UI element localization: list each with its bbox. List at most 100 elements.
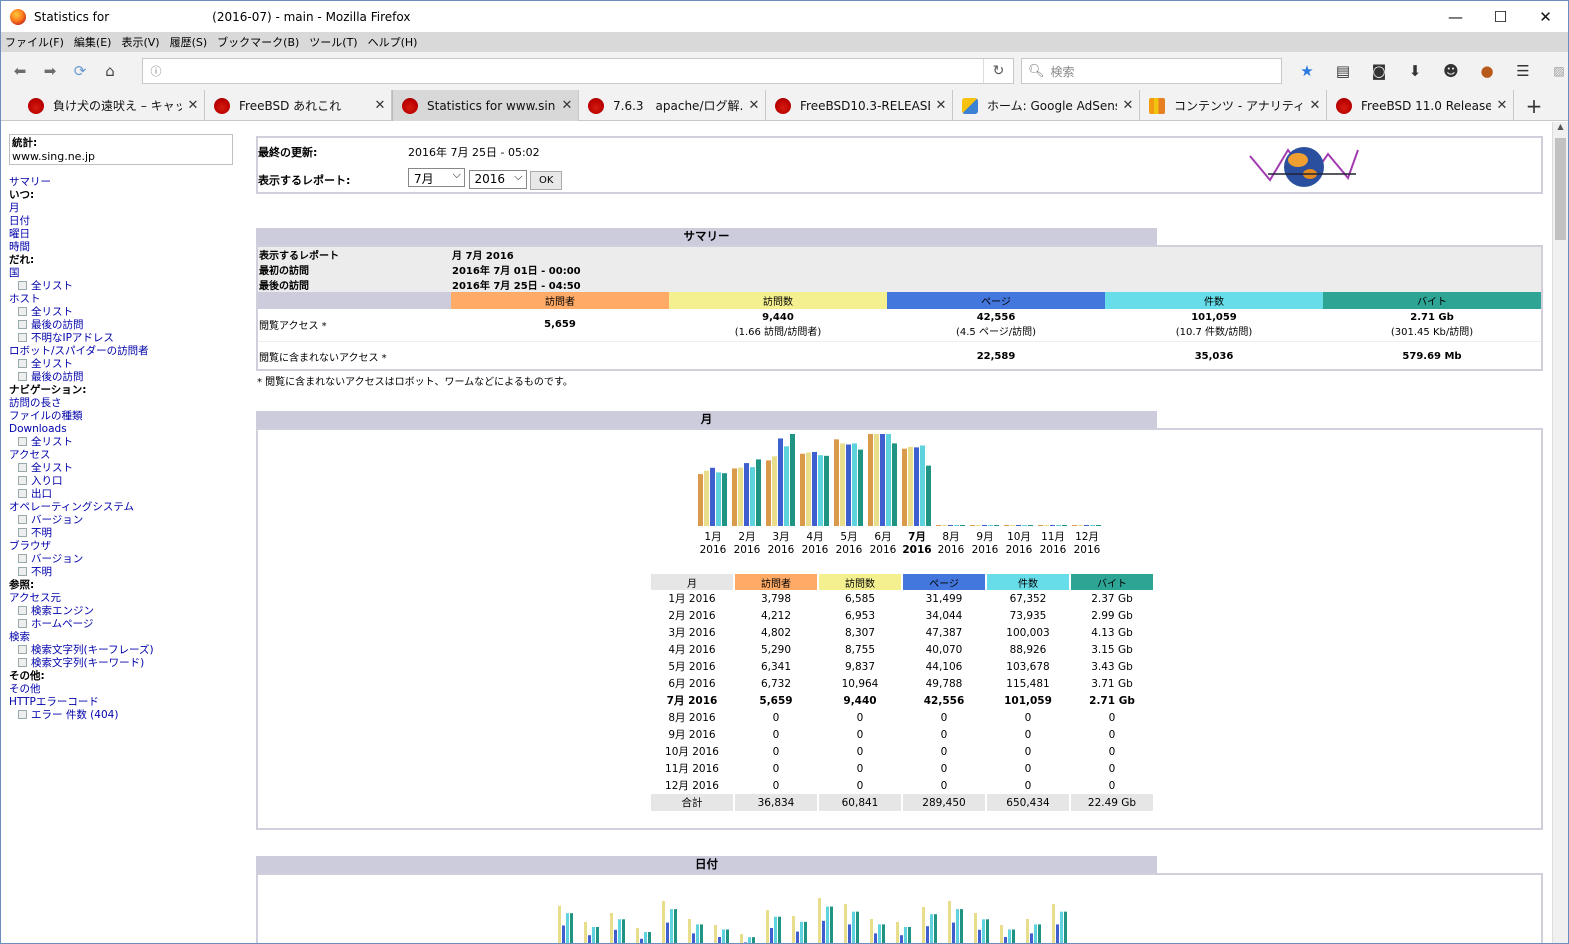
hamburger-menu-icon[interactable]: ☰ [1505,62,1541,80]
tab-7[interactable]: コンテンツ - アナリティクス✕ [1140,90,1327,121]
search-input[interactable]: 🔍︎ 検索 [1021,58,1282,84]
scroll-up-icon[interactable]: ▲ [1553,122,1568,136]
sidebar-item-3[interactable]: 日付 [9,215,249,228]
new-tab-button[interactable]: + [1519,90,1549,121]
sidebar-item-7[interactable]: 国 [9,267,249,280]
close-tab-icon[interactable]: ✕ [1117,98,1139,113]
tab-4[interactable]: 7.6.3 apache/ログ解... ✕ [579,90,766,121]
sidebar-item-14[interactable]: 全リスト [9,358,249,371]
download-icon[interactable]: ⬇ [1397,62,1433,80]
bar-訪問数-7月 [908,446,913,526]
back-arrow-icon[interactable]: ⬅ [5,56,35,86]
sidebar-item-20[interactable]: 全リスト [9,436,249,449]
forward-arrow-icon[interactable]: ➡ [35,56,65,86]
sidebar-item-21[interactable]: アクセス [9,449,249,462]
menu-tools[interactable]: ツール(T) [309,34,357,50]
sidebar-item-4[interactable]: 曜日 [9,228,249,241]
sidebar-item-9[interactable]: ホスト [9,293,249,306]
menu-bookmarks[interactable]: ブックマーク(B) [217,34,299,50]
vertical-scrollbar[interactable]: ▲ [1552,122,1568,943]
close-window-button[interactable]: ✕ [1523,1,1568,32]
year-select[interactable]: 2016 [468,170,527,189]
tab-5[interactable]: FreeBSD10.3-RELEASE ✕ [766,90,953,121]
site-info-icon[interactable]: ⓘ [143,63,169,79]
month-cell: 0 [772,762,780,775]
maximize-button[interactable]: ☐ [1478,1,1523,32]
sidebar-item-22[interactable]: 全リスト [9,462,249,475]
sidebar-item-27[interactable]: 不明 [9,527,249,540]
close-tab-icon[interactable]: ✕ [1304,98,1326,113]
sidebar-item-12[interactable]: 不明なIPアドレス [9,332,249,345]
sidebar-item-15[interactable]: 最後の訪問 [9,371,249,384]
ok-button[interactable]: OK [530,171,563,190]
tab-3-active[interactable]: Statistics for www.sin... ✕ [392,90,579,121]
sidebar-item-0[interactable]: サマリー [9,176,249,189]
month-row: 5月 2016 6,341 9,837 44,106 103,678 3.43 Gb [651,658,1153,675]
sidebar-item-26[interactable]: バージョン [9,514,249,527]
menu-view[interactable]: 表示(V) [121,34,159,50]
sidebar-item-37[interactable]: 検索文字列(キーワード) [9,657,249,670]
sidebar-item-36[interactable]: 検索文字列(キーフレーズ) [9,644,249,657]
sidebar-item-40[interactable]: HTTPエラーコード [9,696,249,709]
month-select[interactable]: 7月 [408,168,465,187]
close-tab-icon[interactable]: ✕ [369,98,391,113]
sidebar-item-33[interactable]: 検索エンジン [9,605,249,618]
sidebar-item-19[interactable]: Downloads [9,423,249,436]
pocket-icon[interactable]: ◙ [1361,62,1397,80]
sidebar-item-35[interactable]: 検索 [9,631,249,644]
url-bar[interactable]: ⓘ ↻ [142,58,1014,84]
tab-1[interactable]: 負け犬の遠吠え – キャッ...✕ [19,90,205,121]
sidebar-item-29[interactable]: バージョン [9,553,249,566]
sidebar-item-24[interactable]: 出口 [9,488,249,501]
daily-bar [748,937,751,943]
sidebar-title: 統計: [12,137,38,149]
menu-history[interactable]: 履歴(S) [170,34,208,50]
month-row: 6月 2016 6,732 10,964 49,788 115,481 3.71 Gb [651,675,1153,692]
refresh-icon[interactable]: ↻ [983,59,1013,83]
bar-バイト-11月 [1062,525,1067,526]
daily-bar [662,901,665,943]
reading-list-icon[interactable]: ▤ [1325,62,1361,80]
sidebar-toggle-icon[interactable]: ▨ [1541,64,1568,78]
sidebar-item-18[interactable]: ファイルの種類 [9,410,249,423]
sidebar-item-23[interactable]: 入り口 [9,475,249,488]
sidebar-item-17[interactable]: 訪問の長さ [9,397,249,410]
scroll-thumb[interactable] [1555,138,1566,240]
sidebar-item-32[interactable]: アクセス元 [9,592,249,605]
sidebar-item-8[interactable]: 全リスト [9,280,249,293]
close-tab-icon[interactable]: ✕ [1491,98,1513,113]
sidebar-item-39[interactable]: その他 [9,683,249,696]
menu-help[interactable]: ヘルプ(H) [368,34,418,50]
close-tab-icon[interactable]: ✕ [182,98,204,113]
tab-2[interactable]: FreeBSD あれこれ ✕ [205,90,392,121]
tab-6[interactable]: ホーム: Google AdSense ✕ [953,90,1140,121]
report-label: 表示するレポート: [258,174,351,187]
sidebar-item-25[interactable]: オペレーティングシステム [9,501,249,514]
addon-icon[interactable]: ● [1469,62,1505,80]
sidebar-item-11[interactable]: 最後の訪問 [9,319,249,332]
sidebar-item-10[interactable]: 全リスト [9,306,249,319]
menu-edit[interactable]: 編集(E) [74,34,112,50]
sidebar-item-34[interactable]: ホームページ [9,618,249,631]
bar-訪問数-1月 [704,470,709,526]
close-tab-icon[interactable]: ✕ [743,98,765,113]
menu-file[interactable]: ファイル(F) [5,34,64,50]
minimize-button[interactable]: — [1433,1,1478,32]
bookmark-star-icon[interactable]: ★ [1289,62,1325,80]
reload-icon[interactable]: ⟳ [65,56,95,86]
tab-8[interactable]: FreeBSD 11.0 Release ...✕ [1327,90,1514,121]
sidebar-item-2[interactable]: 月 [9,202,249,215]
total-hits: 650,434 [987,794,1069,811]
sidebar-item-13[interactable]: ロボット/スパイダーの訪問者 [9,345,249,358]
daily-bar [796,931,799,943]
close-tab-icon[interactable]: ✕ [930,98,952,113]
sidebar-item-41[interactable]: エラー 件数 (404) [9,709,249,722]
sidebar-item-28[interactable]: ブラウザ [9,540,249,553]
month-cell: 8,307 [844,626,876,639]
daily-bar [778,916,781,943]
sidebar-item-5[interactable]: 時間 [9,241,249,254]
sidebar-item-30[interactable]: 不明 [9,566,249,579]
home-icon[interactable]: ⌂ [95,56,125,86]
chat-icon[interactable]: ☻ [1433,62,1469,80]
close-tab-icon[interactable]: ✕ [556,98,578,113]
